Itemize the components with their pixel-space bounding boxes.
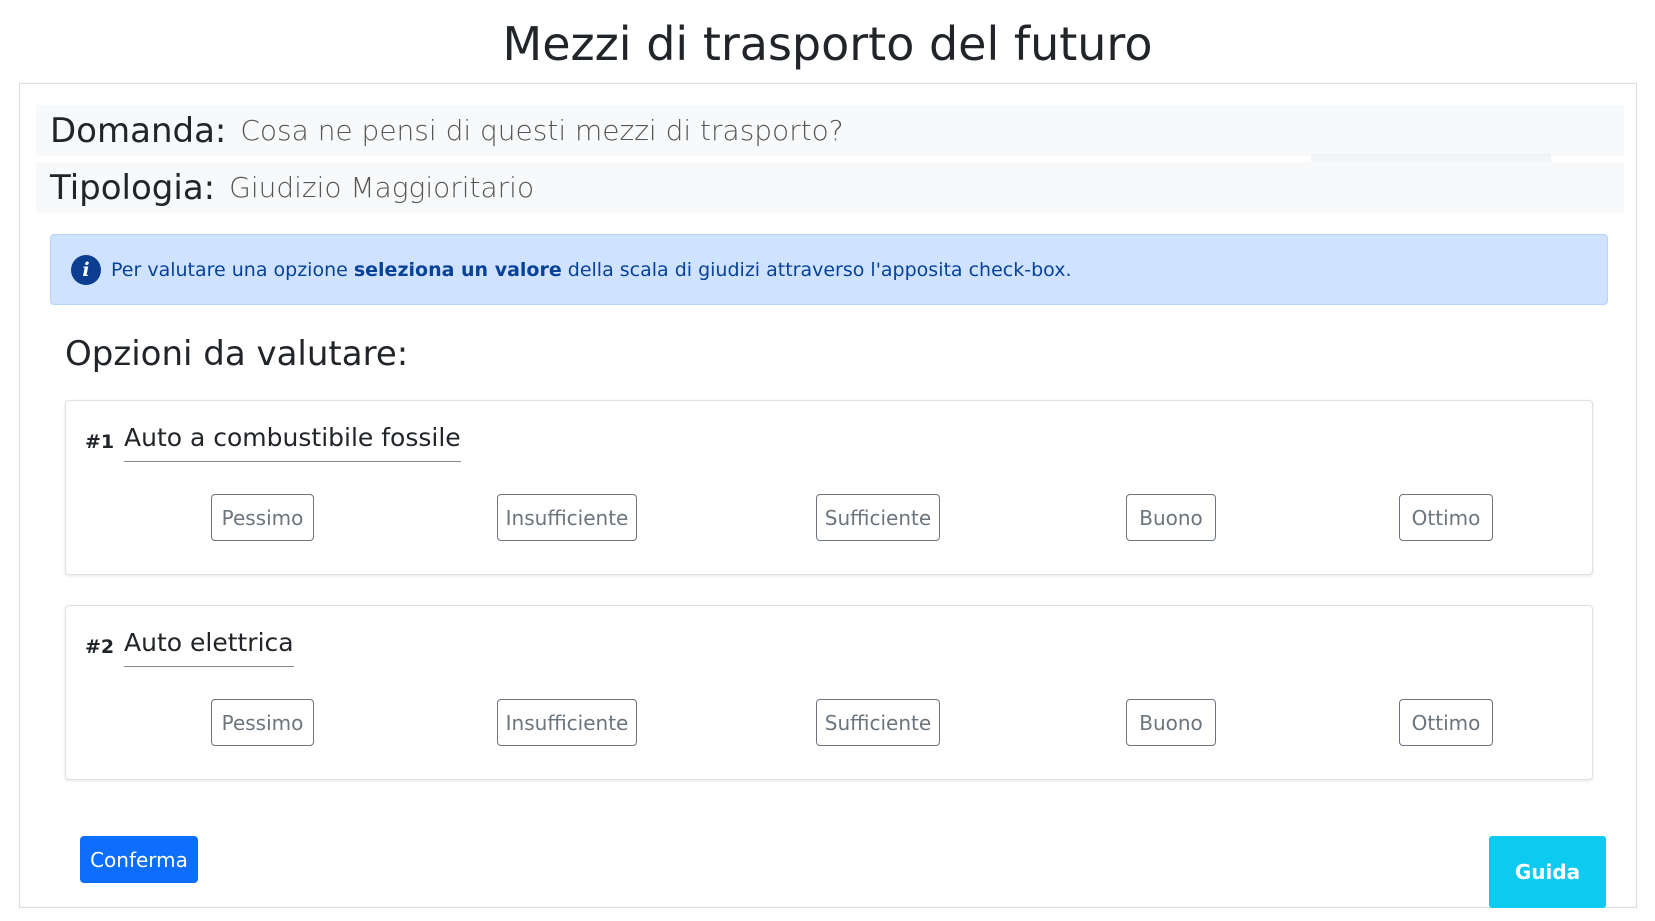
- rating-button-pessimo[interactable]: Pessimo: [211, 699, 314, 746]
- confirm-button[interactable]: Conferma: [80, 836, 198, 883]
- options-heading: Opzioni da valutare:: [65, 334, 409, 374]
- rating-button-buono[interactable]: Buono: [1126, 699, 1216, 746]
- poll-card: Domanda: Cosa ne pensi di questi mezzi d…: [19, 83, 1637, 908]
- option-number: #1: [85, 431, 115, 453]
- question-row: Domanda: Cosa ne pensi di questi mezzi d…: [36, 105, 1624, 177]
- rating-button-sufficiente[interactable]: Sufficiente: [816, 494, 940, 541]
- type-row: Tipologia: Giudizio Maggioritario: [36, 162, 1624, 213]
- info-alert: i Per valutare una opzione seleziona un …: [50, 234, 1608, 305]
- question-label: Domanda:: [50, 110, 227, 151]
- type-value: Giudizio Maggioritario: [229, 170, 535, 204]
- option-number: #2: [85, 636, 115, 658]
- help-button[interactable]: Guida: [1489, 836, 1606, 908]
- page-title: Mezzi di trasporto del futuro: [502, 17, 1153, 71]
- rating-button-ottimo[interactable]: Ottimo: [1399, 699, 1493, 746]
- type-label: Tipologia:: [50, 167, 216, 208]
- option-card-2: #2 Auto elettrica Pessimo Insufficiente …: [65, 605, 1593, 780]
- option-card-1: #1 Auto a combustibile fossile Pessimo I…: [65, 400, 1593, 575]
- option-title: Auto elettrica: [124, 626, 294, 667]
- alert-text: Per valutare una opzione seleziona un va…: [111, 258, 1072, 281]
- rating-button-buono[interactable]: Buono: [1126, 494, 1216, 541]
- info-icon: i: [71, 254, 101, 285]
- rating-button-ottimo[interactable]: Ottimo: [1399, 494, 1493, 541]
- rating-button-insufficiente[interactable]: Insufficiente: [497, 494, 637, 541]
- rating-button-insufficiente[interactable]: Insufficiente: [497, 699, 637, 746]
- rating-button-pessimo[interactable]: Pessimo: [211, 494, 314, 541]
- rating-button-sufficiente[interactable]: Sufficiente: [816, 699, 940, 746]
- question-value: Cosa ne pensi di questi mezzi di traspor…: [240, 113, 844, 147]
- option-title: Auto a combustibile fossile: [124, 421, 461, 462]
